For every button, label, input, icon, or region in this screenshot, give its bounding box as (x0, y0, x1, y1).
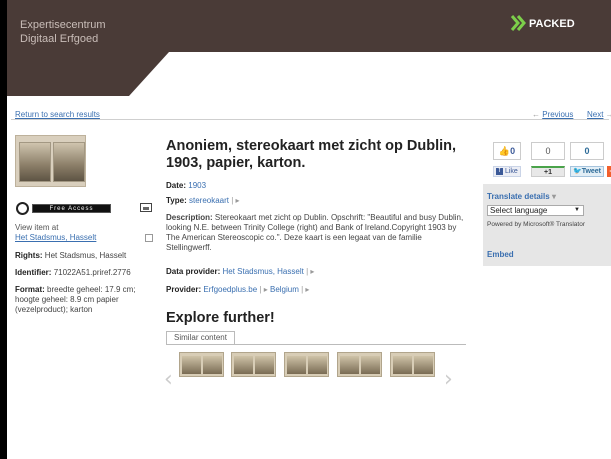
identifier-field: Identifier: 71022A51.priref.2776 (15, 268, 150, 278)
tweet-count-box: 0 (570, 142, 604, 160)
type-label: Type: (166, 196, 187, 205)
rights-value: Het Stadsmus, Hasselt (44, 251, 127, 260)
description-label: Description: (166, 213, 213, 222)
country-link[interactable]: Belgium (270, 285, 299, 294)
date-field: Date: 1903 (166, 181, 206, 191)
brand-line-1[interactable]: Expertisecentrum (20, 19, 106, 31)
translate-details-toggle[interactable]: Translate details ▾ (487, 192, 556, 201)
page-frame: Expertisecentrum Digitaal Erfgoed PACKED… (7, 0, 611, 459)
divider (11, 119, 609, 120)
item-thumbnail[interactable] (15, 135, 86, 187)
provider-field: Provider: Erfgoedplus.be | ▸ Belgium | ▸ (166, 285, 309, 295)
data-provider-link[interactable]: Het Stadsmus, Hasselt (222, 267, 303, 276)
site-header: Expertisecentrum Digitaal Erfgoed PACKED (7, 0, 611, 96)
thumbnail-left-image (19, 142, 51, 182)
similar-item-image (234, 356, 253, 374)
provider-label: Provider: (166, 285, 202, 294)
chevron-left-icon[interactable]: ‹ (164, 369, 173, 391)
external-link-icon[interactable] (145, 234, 153, 242)
rights-label: Rights: (15, 251, 43, 260)
similar-item-image (203, 356, 222, 374)
twitter-bird-icon: 🐦 (572, 168, 582, 175)
previous-link[interactable]: ← Previous (532, 110, 573, 119)
format-label: Format: (15, 285, 45, 294)
similar-item[interactable] (231, 352, 276, 377)
translate-panel: Translate details ▾ Select language ▼ Pow… (483, 184, 611, 266)
chevron-down-icon: ▼ (574, 207, 580, 213)
facebook-icon: f (496, 167, 503, 175)
page-title: Anoniem, stereokaart met zicht op Dublin… (166, 138, 457, 171)
similar-item[interactable] (284, 352, 329, 377)
brand-line-2[interactable]: Digitaal Erfgoed (20, 33, 98, 45)
type-link[interactable]: stereokaart (189, 196, 229, 205)
next-label: Next (587, 110, 604, 119)
header-tab (7, 52, 129, 96)
header-notch (129, 52, 169, 96)
language-select[interactable]: Select language ▼ (487, 205, 584, 216)
similar-item-image (287, 356, 306, 374)
similar-item-image (182, 356, 201, 374)
caret-down-icon: ▾ (551, 192, 556, 201)
free-access-badge: Free Access (32, 204, 111, 213)
similar-item[interactable] (179, 352, 224, 377)
provider-link[interactable]: Erfgoedplus.be (203, 285, 257, 294)
packed-logo-text[interactable]: PACKED (529, 18, 575, 30)
data-provider-field: Data provider: Het Stadsmus, Hasselt | ▸ (166, 267, 314, 277)
separator: | ▸ (259, 285, 268, 294)
like-count-box: 👍0 (493, 142, 521, 160)
tweet-label: Tweet (581, 168, 602, 175)
similar-item-image (255, 356, 274, 374)
thumbs-up-icon: 👍 (498, 146, 511, 156)
similar-item-image (340, 356, 359, 374)
similar-item-image (361, 356, 380, 374)
language-select-value: Select language (490, 206, 548, 215)
gplus-count-box: 0 (531, 142, 565, 160)
view-item-link[interactable]: Het Stadsmus, Hasselt (15, 233, 96, 242)
like-count: 0 (510, 146, 516, 156)
thumbnail-right-image (53, 142, 85, 182)
explore-heading: Explore further! (166, 310, 275, 326)
previous-label: Previous (542, 110, 574, 119)
translate-details-label: Translate details (487, 192, 550, 201)
google-plus-button[interactable]: +1 (531, 166, 565, 177)
share-plus-button[interactable]: + (607, 166, 611, 177)
image-type-icon (140, 203, 152, 212)
format-field: Format: breedte geheel: 17.9 cm; hoogte … (15, 285, 150, 315)
chevron-right-icon[interactable]: › (444, 369, 453, 391)
view-item-label: View item at (15, 223, 59, 232)
free-access-icon (16, 202, 29, 215)
data-provider-label: Data provider: (166, 267, 221, 276)
date-link[interactable]: 1903 (188, 181, 206, 190)
tweet-button[interactable]: 🐦Tweet (570, 166, 604, 177)
facebook-like-button[interactable]: f Like (493, 166, 521, 177)
return-to-search-link[interactable]: Return to search results (15, 110, 100, 119)
tab-similar-content[interactable]: Similar content (166, 331, 235, 344)
identifier-value: 71022A51.priref.2776 (53, 268, 131, 277)
tab-divider (166, 344, 466, 345)
type-field: Type: stereokaart | ▸ (166, 196, 240, 206)
separator: | ▸ (301, 285, 310, 294)
embed-link[interactable]: Embed (487, 250, 514, 259)
like-label: Like (504, 168, 518, 175)
similar-item-image (308, 356, 327, 374)
packed-logo-icon (510, 15, 526, 31)
similar-item[interactable] (390, 352, 435, 377)
next-link[interactable]: Next → (587, 110, 611, 119)
similar-item-image (393, 356, 412, 374)
separator: | ▸ (231, 196, 240, 205)
arrow-left-icon: ← (532, 110, 543, 119)
similar-item-image (414, 356, 433, 374)
date-label: Date: (166, 181, 187, 190)
arrow-right-icon: → (605, 110, 611, 119)
description-field: Description: Stereokaart met zicht op Du… (166, 213, 466, 253)
similar-item[interactable] (337, 352, 382, 377)
rights-field: Rights: Het Stadsmus, Hasselt (15, 251, 150, 261)
identifier-label: Identifier: (15, 268, 52, 277)
powered-by-text: Powered by Microsoft® Translator (487, 221, 585, 228)
separator: | ▸ (306, 267, 315, 276)
